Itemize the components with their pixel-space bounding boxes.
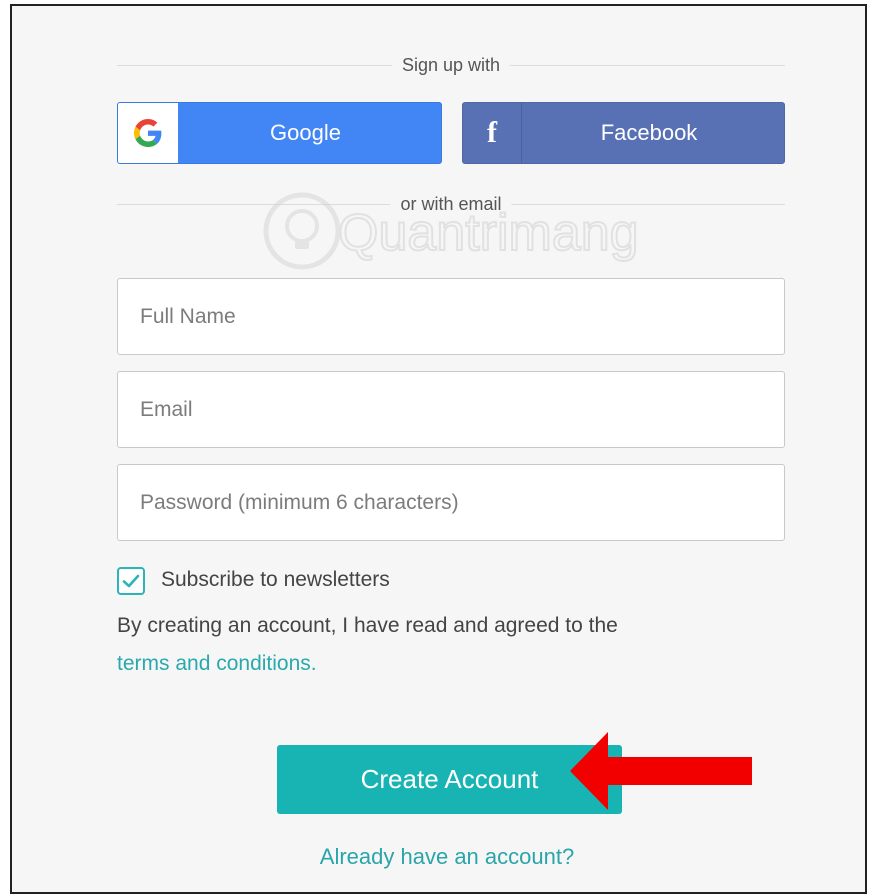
terms-text: By creating an account, I have read and … bbox=[117, 614, 618, 637]
google-button-label: Google bbox=[270, 120, 341, 145]
email-field[interactable] bbox=[117, 371, 785, 448]
email-divider-label: or with email bbox=[390, 194, 512, 214]
social-divider-label: Sign up with bbox=[391, 55, 511, 75]
newsletter-checkbox[interactable] bbox=[117, 567, 145, 595]
full-name-field[interactable] bbox=[117, 278, 785, 355]
terms-link[interactable]: terms and conditions. bbox=[117, 652, 317, 676]
facebook-button-label: Facebook bbox=[600, 120, 698, 145]
facebook-signup-button[interactable]: f Facebook bbox=[462, 102, 785, 164]
checkmark-icon bbox=[122, 574, 140, 588]
facebook-icon: f bbox=[463, 103, 522, 163]
email-divider: or with email bbox=[117, 194, 785, 214]
newsletter-label: Subscribe to newsletters bbox=[161, 568, 390, 591]
red-arrow-icon bbox=[570, 732, 752, 810]
login-link[interactable]: Already have an account? bbox=[12, 844, 870, 870]
facebook-icon-glyph: f bbox=[487, 116, 497, 149]
password-field[interactable] bbox=[117, 464, 785, 541]
google-signup-button[interactable]: Google bbox=[117, 102, 442, 164]
google-icon bbox=[118, 103, 178, 163]
social-divider: Sign up with bbox=[117, 55, 785, 75]
